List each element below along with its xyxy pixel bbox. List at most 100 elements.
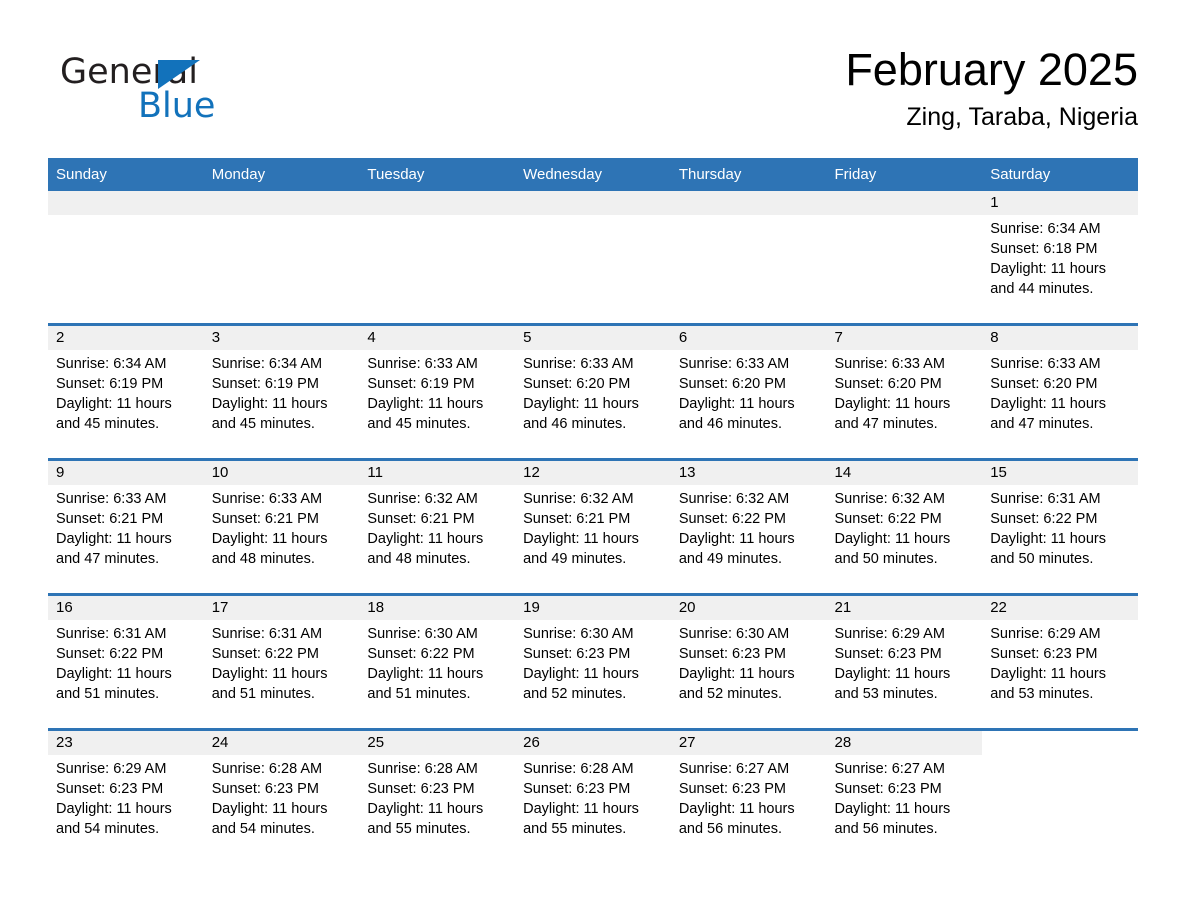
- day-cell-inner: 25 Sunrise: 6:28 AM Sunset: 6:23 PM Dayligh…: [359, 731, 516, 863]
- day-details: Sunrise: 6:34 AM Sunset: 6:19 PM Daylight:…: [48, 350, 204, 434]
- day-details: Sunrise: 6:31 AM Sunset: 6:22 PM Daylight:…: [982, 485, 1138, 569]
- day-number: 23: [48, 731, 204, 755]
- daylight-text: Daylight: 11 hours and 49 minutes.: [678, 531, 795, 567]
- daylight-text: Daylight: 11 hours and 54 minutes.: [56, 801, 172, 837]
- daylight-text: Daylight: 11 hours and 51 minutes.: [211, 666, 328, 702]
- sunset-text: Sunset: 6:23 PM: [211, 781, 319, 797]
- daylight-text: Daylight: 11 hours and 54 minutes.: [211, 801, 328, 837]
- day-details: Sunrise: 6:28 AM Sunset: 6:23 PM Daylight:…: [515, 755, 671, 839]
- sunrise-text: Sunrise: 6:33 AM: [990, 356, 1101, 372]
- calendar-day-cell[interactable]: 12 Sunrise: 6:32 AM Sunset: 6:21 PM Dayligh…: [515, 458, 671, 595]
- calendar-day-cell[interactable]: 22 Sunrise: 6:29 AM Sunset: 6:23 PM Dayligh…: [982, 593, 1138, 730]
- day-cell-inner: [359, 191, 516, 323]
- sunrise-text: Sunrise: 6:34 AM: [990, 221, 1101, 237]
- day-cell-inner: [670, 191, 827, 323]
- day-cell-inner: 18 Sunrise: 6:30 AM Sunset: 6:22 PM Dayligh…: [359, 596, 516, 728]
- calendar-day-cell[interactable]: 5 Sunrise: 6:33 AM Sunset: 6:20 PM Daylight…: [515, 323, 671, 460]
- calendar-day-cell[interactable]: 13 Sunrise: 6:32 AM Sunset: 6:22 PM Dayligh…: [670, 458, 827, 595]
- sunrise-text: Sunrise: 6:32 AM: [367, 491, 478, 507]
- daylight-text: Daylight: 11 hours and 53 minutes.: [990, 666, 1107, 702]
- sunset-text: Sunset: 6:23 PM: [678, 781, 787, 797]
- day-cell-inner: [203, 191, 360, 323]
- day-cell-inner: 20 Sunrise: 6:30 AM Sunset: 6:23 PM Dayligh…: [670, 596, 827, 728]
- sunset-text: Sunset: 6:23 PM: [56, 781, 164, 797]
- weekday-header-tuesday: Tuesday: [359, 158, 516, 191]
- day-number: [515, 191, 671, 215]
- day-details: Sunrise: 6:30 AM Sunset: 6:23 PM Daylight:…: [515, 620, 671, 704]
- calendar-day-cell[interactable]: 26 Sunrise: 6:28 AM Sunset: 6:23 PM Dayligh…: [515, 728, 671, 863]
- calendar-day-cell[interactable]: 19 Sunrise: 6:30 AM Sunset: 6:23 PM Dayligh…: [515, 593, 671, 730]
- day-cell-inner: 16 Sunrise: 6:31 AM Sunset: 6:22 PM Dayligh…: [48, 596, 204, 728]
- day-details: [48, 215, 204, 219]
- day-cell-inner: 13 Sunrise: 6:32 AM Sunset: 6:22 PM Dayligh…: [670, 461, 827, 593]
- calendar-day-cell[interactable]: 24 Sunrise: 6:28 AM Sunset: 6:23 PM Dayligh…: [203, 728, 360, 863]
- day-cell-inner: [982, 731, 1138, 863]
- day-details: Sunrise: 6:32 AM Sunset: 6:21 PM Daylight:…: [515, 485, 671, 569]
- calendar-day-cell[interactable]: 2 Sunrise: 6:34 AM Sunset: 6:19 PM Daylight…: [48, 323, 204, 460]
- sunset-text: Sunset: 6:19 PM: [56, 376, 164, 392]
- day-cell-inner: 27 Sunrise: 6:27 AM Sunset: 6:23 PM Dayligh…: [670, 731, 827, 863]
- day-cell-inner: 24 Sunrise: 6:28 AM Sunset: 6:23 PM Dayligh…: [203, 731, 360, 863]
- calendar-day-cell[interactable]: 11 Sunrise: 6:32 AM Sunset: 6:21 PM Dayligh…: [359, 458, 516, 595]
- calendar-day-cell[interactable]: 25 Sunrise: 6:28 AM Sunset: 6:23 PM Dayligh…: [359, 728, 516, 863]
- sunrise-text: Sunrise: 6:32 AM: [678, 491, 790, 507]
- sunrise-text: Sunrise: 6:33 AM: [523, 356, 634, 372]
- calendar-week-row: 2 Sunrise: 6:34 AM Sunset: 6:19 PM Daylight…: [48, 323, 1138, 460]
- general-blue-logo[interactable]: General Blue: [60, 52, 360, 142]
- day-number: 10: [203, 461, 360, 485]
- day-details: Sunrise: 6:27 AM Sunset: 6:23 PM Daylight:…: [827, 755, 983, 839]
- day-cell-inner: [48, 191, 204, 323]
- calendar-day-cell[interactable]: 10 Sunrise: 6:33 AM Sunset: 6:21 PM Dayligh…: [203, 458, 360, 595]
- day-number: 27: [670, 731, 827, 755]
- day-cell-inner: 5 Sunrise: 6:33 AM Sunset: 6:20 PM Daylight…: [515, 326, 671, 458]
- calendar-day-cell[interactable]: 3 Sunrise: 6:34 AM Sunset: 6:19 PM Daylight…: [203, 323, 360, 460]
- calendar-day-cell[interactable]: 8 Sunrise: 6:33 AM Sunset: 6:20 PM Daylight…: [982, 323, 1138, 460]
- calendar-day-cell[interactable]: 6 Sunrise: 6:33 AM Sunset: 6:20 PM Daylight…: [670, 323, 827, 460]
- day-details: [671, 215, 827, 219]
- calendar-day-cell[interactable]: 18 Sunrise: 6:30 AM Sunset: 6:22 PM Dayligh…: [359, 593, 516, 730]
- calendar-day-cell[interactable]: 28 Sunrise: 6:27 AM Sunset: 6:23 PM Dayligh…: [826, 728, 983, 863]
- sunrise-text: Sunrise: 6:27 AM: [834, 761, 945, 777]
- sunrise-text: Sunrise: 6:33 AM: [834, 356, 945, 372]
- calendar-day-cell[interactable]: 1 Sunrise: 6:34 AM Sunset: 6:18 PM Daylight…: [982, 191, 1138, 325]
- day-number: 12: [515, 461, 671, 485]
- sunrise-text: Sunrise: 6:30 AM: [367, 626, 478, 642]
- daylight-text: Daylight: 11 hours and 45 minutes.: [56, 396, 172, 432]
- calendar-day-cell[interactable]: 23 Sunrise: 6:29 AM Sunset: 6:23 PM Dayligh…: [48, 728, 204, 863]
- sunset-text: Sunset: 6:21 PM: [367, 511, 475, 527]
- calendar-day-cell[interactable]: 20 Sunrise: 6:30 AM Sunset: 6:23 PM Dayligh…: [670, 593, 827, 730]
- sunset-text: Sunset: 6:22 PM: [211, 646, 319, 662]
- calendar-day-cell[interactable]: 7 Sunrise: 6:33 AM Sunset: 6:20 PM Daylight…: [826, 323, 983, 460]
- calendar-day-cell[interactable]: 16 Sunrise: 6:31 AM Sunset: 6:22 PM Dayligh…: [48, 593, 204, 730]
- calendar-week-row: 1 Sunrise: 6:34 AM Sunset: 6:18 PM Daylight…: [48, 191, 1138, 325]
- day-number: [670, 191, 827, 215]
- day-details: [982, 755, 1138, 759]
- day-number: 21: [826, 596, 983, 620]
- day-details: Sunrise: 6:34 AM Sunset: 6:19 PM Daylight:…: [204, 350, 360, 434]
- day-cell-inner: 26 Sunrise: 6:28 AM Sunset: 6:23 PM Dayligh…: [515, 731, 671, 863]
- calendar-day-cell[interactable]: 9 Sunrise: 6:33 AM Sunset: 6:21 PM Daylight…: [48, 458, 204, 595]
- weekday-header-saturday: Saturday: [982, 158, 1138, 191]
- day-details: Sunrise: 6:33 AM Sunset: 6:20 PM Daylight:…: [671, 350, 827, 434]
- calendar-day-cell[interactable]: 17 Sunrise: 6:31 AM Sunset: 6:22 PM Dayligh…: [203, 593, 360, 730]
- calendar-day-cell[interactable]: 27 Sunrise: 6:27 AM Sunset: 6:23 PM Dayligh…: [670, 728, 827, 863]
- day-details: Sunrise: 6:33 AM Sunset: 6:20 PM Daylight:…: [515, 350, 671, 434]
- calendar-day-cell[interactable]: 4 Sunrise: 6:33 AM Sunset: 6:19 PM Daylight…: [359, 323, 516, 460]
- day-details: [515, 215, 671, 219]
- day-number: 26: [515, 731, 671, 755]
- day-number: 20: [670, 596, 827, 620]
- calendar-day-cell[interactable]: 21 Sunrise: 6:29 AM Sunset: 6:23 PM Dayligh…: [826, 593, 983, 730]
- day-cell-inner: 9 Sunrise: 6:33 AM Sunset: 6:21 PM Daylight…: [48, 461, 204, 593]
- sunset-text: Sunset: 6:23 PM: [678, 646, 787, 662]
- weekday-header-wednesday: Wednesday: [515, 158, 671, 191]
- day-details: Sunrise: 6:30 AM Sunset: 6:22 PM Daylight:…: [359, 620, 515, 704]
- sunset-text: Sunset: 6:20 PM: [523, 376, 631, 392]
- calendar-empty-cell: [826, 191, 983, 325]
- day-number: 13: [670, 461, 827, 485]
- day-details: Sunrise: 6:29 AM Sunset: 6:23 PM Daylight:…: [48, 755, 204, 839]
- day-number: 2: [48, 326, 204, 350]
- calendar-day-cell[interactable]: 15 Sunrise: 6:31 AM Sunset: 6:22 PM Dayligh…: [982, 458, 1138, 595]
- calendar-day-cell[interactable]: 14 Sunrise: 6:32 AM Sunset: 6:22 PM Dayligh…: [826, 458, 983, 595]
- sunrise-text: Sunrise: 6:30 AM: [523, 626, 634, 642]
- day-details: Sunrise: 6:31 AM Sunset: 6:22 PM Daylight:…: [48, 620, 204, 704]
